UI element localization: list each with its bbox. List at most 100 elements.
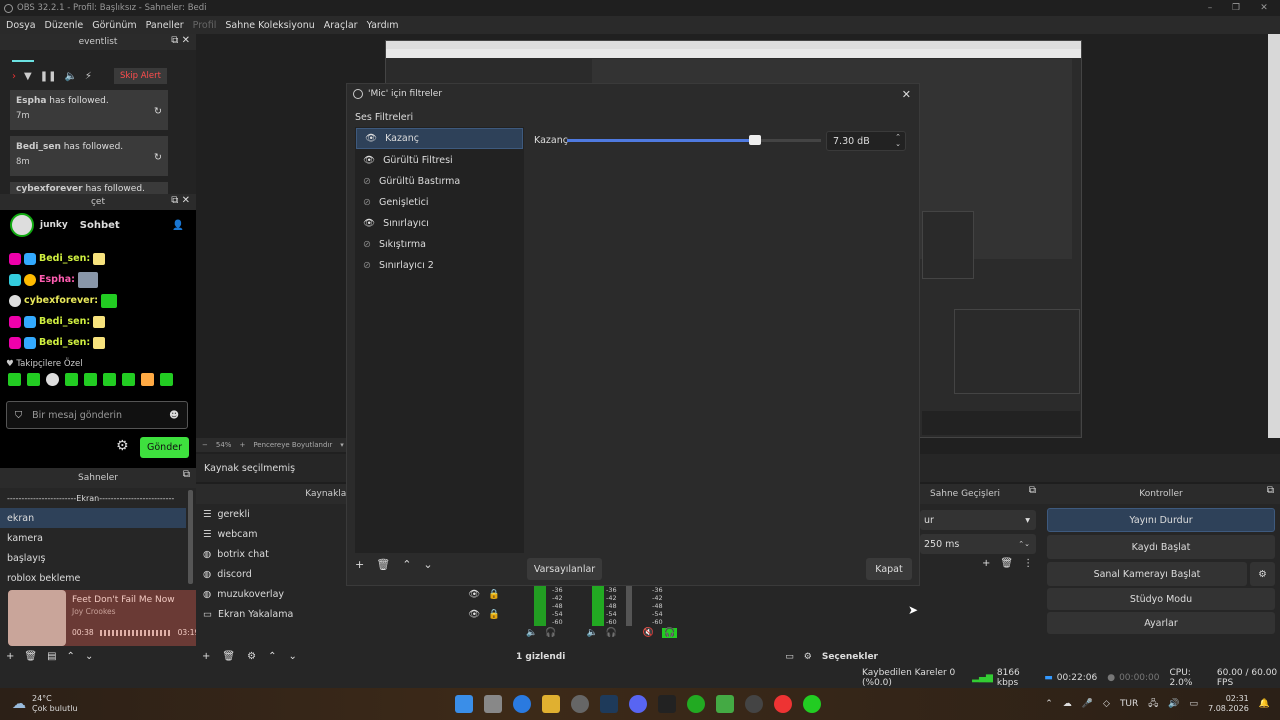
scene-item[interactable]: ekran bbox=[0, 508, 186, 528]
menu-tools[interactable]: Araçlar bbox=[324, 20, 358, 31]
gear-icon[interactable]: ⚙ bbox=[116, 438, 129, 454]
copilot-icon[interactable]: ◇ bbox=[1103, 699, 1110, 709]
chevron-up-icon[interactable]: ⌃ bbox=[402, 558, 411, 571]
source-item[interactable]: ▭ Ekran Yakalama 👁 🔒 bbox=[196, 604, 508, 624]
spin-arrows-icon[interactable]: ⌃⌄ bbox=[1018, 540, 1030, 548]
scene-item[interactable]: başlayış bbox=[0, 548, 196, 568]
source-item[interactable]: ◍ muzukoverlay 👁 🔒 bbox=[196, 584, 508, 604]
lock-icon[interactable]: 🔒 bbox=[488, 609, 500, 620]
close-icon[interactable]: ✕ bbox=[902, 88, 911, 101]
chevron-down-icon[interactable]: ▾ bbox=[340, 441, 344, 449]
epic-games-icon[interactable] bbox=[658, 695, 676, 713]
eye-icon[interactable]: 👁 bbox=[365, 133, 377, 144]
headphones-icon[interactable]: 🎧 bbox=[662, 628, 678, 638]
chevron-down-icon[interactable]: ⌄ bbox=[423, 558, 432, 571]
layout-icon[interactable]: ▭ bbox=[785, 652, 794, 662]
filter-item[interactable]: 👁 Kazanç bbox=[356, 128, 523, 149]
eye-off-icon[interactable]: ⊘ bbox=[363, 260, 371, 271]
trash-icon[interactable]: 🗑 bbox=[222, 651, 235, 662]
scene-item[interactable]: kamera bbox=[0, 528, 196, 548]
emote-icon[interactable] bbox=[8, 373, 21, 386]
emote-icon[interactable] bbox=[103, 373, 116, 386]
steam-icon[interactable] bbox=[600, 695, 618, 713]
close-button[interactable]: Kapat bbox=[866, 558, 912, 580]
menu-profile[interactable]: Profil bbox=[193, 20, 217, 31]
headphones-icon[interactable]: 🎧 bbox=[545, 628, 556, 638]
dock-controls-icon[interactable]: ⧉ ✕ bbox=[171, 195, 190, 206]
muted-icon[interactable]: 🔇 bbox=[643, 628, 654, 638]
eye-off-icon[interactable]: ⊘ bbox=[363, 176, 371, 187]
maximize-button[interactable]: ❐ bbox=[1222, 0, 1250, 16]
language-indicator[interactable]: TUR bbox=[1120, 699, 1138, 709]
virtual-camera-settings-button[interactable]: ⚙ bbox=[1250, 562, 1275, 586]
menu-file[interactable]: Dosya bbox=[6, 20, 36, 31]
chat-input[interactable]: ⛉ Bir mesaj gönderin ☻ bbox=[6, 401, 188, 429]
zoom-fit-label[interactable]: Pencereye Boyutlandır bbox=[253, 441, 332, 449]
lock-icon[interactable]: 🔒 bbox=[488, 589, 500, 600]
scene-item[interactable]: ------------------------Ekran-----------… bbox=[0, 488, 196, 508]
add-icon[interactable]: + bbox=[202, 651, 210, 662]
defaults-button[interactable]: Varsayılanlar bbox=[527, 558, 602, 580]
gear-icon[interactable]: ⚙ bbox=[804, 652, 812, 662]
emote-icon[interactable] bbox=[122, 373, 135, 386]
store-icon[interactable] bbox=[484, 695, 502, 713]
add-icon[interactable]: + bbox=[355, 558, 364, 571]
start-virtual-camera-button[interactable]: Sanal Kamerayı Başlat bbox=[1047, 562, 1247, 586]
volume-icon[interactable]: 🔊 bbox=[1168, 699, 1179, 709]
menu-edit[interactable]: Düzenle bbox=[45, 20, 84, 31]
dock-controls-icon[interactable]: ⧉ ✕ bbox=[171, 35, 190, 46]
media-player-icon[interactable] bbox=[774, 695, 792, 713]
chevron-up-icon[interactable]: ⌃ bbox=[268, 651, 276, 662]
menu-view[interactable]: Görünüm bbox=[92, 20, 136, 31]
chat-message-author[interactable]: Bedi_sen: bbox=[39, 316, 90, 327]
emote-icon[interactable] bbox=[160, 373, 173, 386]
headphones-icon[interactable]: 🎧 bbox=[606, 628, 617, 638]
more-icon[interactable]: ⋮ bbox=[1023, 558, 1033, 569]
filter-item[interactable]: ⊘ Sınırlayıcı 2 bbox=[355, 255, 524, 276]
stop-streaming-button[interactable]: Yayını Durdur bbox=[1047, 508, 1275, 532]
pause-icon[interactable]: ❚❚ bbox=[40, 71, 57, 82]
chevron-down-icon[interactable]: ⌄ bbox=[288, 651, 296, 662]
network-icon[interactable]: 🖧 bbox=[1148, 696, 1158, 712]
zoom-in-icon[interactable]: + bbox=[239, 441, 245, 449]
add-icon[interactable]: + bbox=[6, 651, 14, 662]
skip-alert-button[interactable]: Skip Alert bbox=[113, 68, 167, 84]
filter-item[interactable]: 👁 Gürültü Filtresi bbox=[355, 150, 524, 171]
users-icon[interactable]: 👤 bbox=[172, 220, 184, 231]
chevron-down-icon[interactable]: ⌄ bbox=[85, 651, 93, 662]
folder-icon[interactable] bbox=[542, 695, 560, 713]
trash-icon[interactable]: 🗑 bbox=[24, 651, 37, 662]
menu-scene-collection[interactable]: Sahne Koleksiyonu bbox=[225, 20, 314, 31]
emote-icon[interactable] bbox=[27, 373, 40, 386]
discord-icon[interactable] bbox=[629, 695, 647, 713]
trash-icon[interactable]: 🗑 bbox=[376, 558, 390, 571]
chevron-up-icon[interactable]: ⌃ bbox=[67, 651, 75, 662]
transition-select[interactable]: ur ▾ bbox=[920, 510, 1036, 530]
scrollbar[interactable] bbox=[188, 490, 193, 584]
trash-icon[interactable]: 🗑 bbox=[1000, 558, 1013, 569]
spin-arrows-icon[interactable]: ⌃⌄ bbox=[895, 134, 901, 148]
filter-item[interactable]: 👁 Sınırlayıcı bbox=[355, 213, 524, 234]
eye-off-icon[interactable]: ⊘ bbox=[363, 239, 371, 250]
scrollbar[interactable] bbox=[1268, 34, 1280, 438]
emote-icon[interactable] bbox=[65, 373, 78, 386]
emote-icon[interactable] bbox=[46, 373, 59, 386]
microphone-icon[interactable]: 🎤 bbox=[1082, 699, 1093, 709]
filter-item[interactable]: ⊘ Sıkıştırma bbox=[355, 234, 524, 255]
minecraft-icon[interactable] bbox=[716, 695, 734, 713]
obs-active-icon[interactable] bbox=[745, 695, 763, 713]
clock[interactable]: 02:31 7.08.2026 bbox=[1208, 694, 1249, 714]
firefox-icon[interactable] bbox=[513, 695, 531, 713]
volume-icon[interactable]: 🔈 bbox=[526, 628, 537, 638]
emote-icon[interactable] bbox=[141, 373, 154, 386]
studio-mode-button[interactable]: Stüdyo Modu bbox=[1047, 588, 1275, 610]
emoji-icon[interactable]: ☻ bbox=[169, 410, 179, 421]
settings-button[interactable]: Ayarlar bbox=[1047, 612, 1275, 634]
battery-icon[interactable]: ▭ bbox=[1190, 699, 1199, 709]
weather-widget[interactable]: ☁ 24°C Çok bulutlu bbox=[0, 694, 140, 714]
duration-spinbox[interactable]: 250 ms ⌃⌄ bbox=[920, 534, 1036, 554]
start-icon[interactable] bbox=[455, 695, 473, 713]
emote-icon[interactable] bbox=[84, 373, 97, 386]
xbox-icon[interactable] bbox=[687, 695, 705, 713]
gain-slider-handle[interactable] bbox=[748, 135, 761, 145]
